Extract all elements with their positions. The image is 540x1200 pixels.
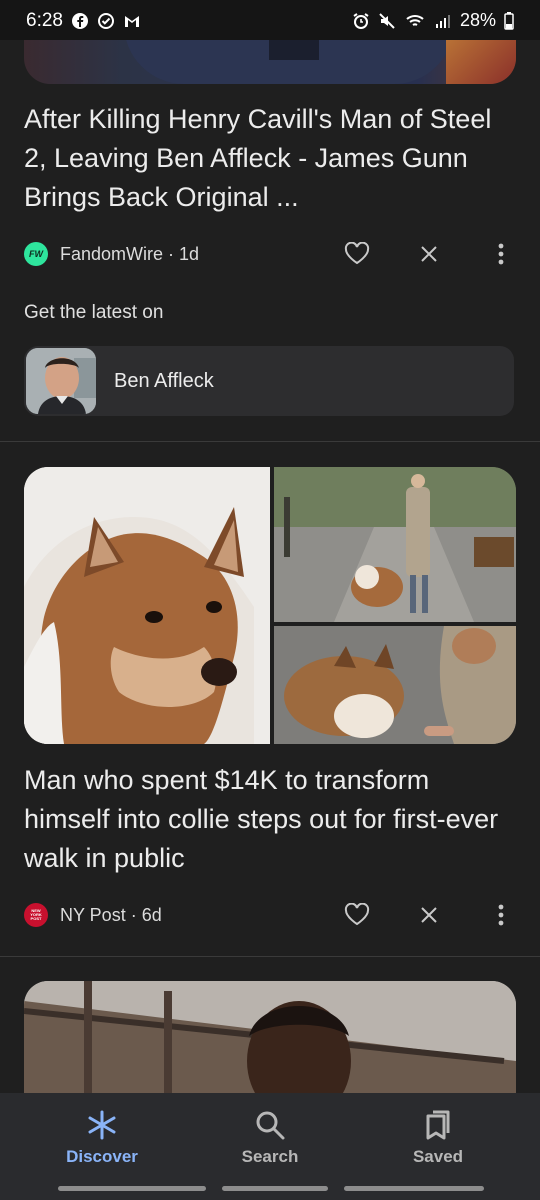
get-latest-label: Get the latest on (24, 302, 164, 323)
search-icon (256, 1111, 285, 1140)
bookmarks-icon (426, 1110, 450, 1140)
battery-percent: 28% (459, 10, 496, 30)
nav-search[interactable]: Search (180, 1093, 360, 1173)
heart-icon (344, 242, 370, 265)
topic-thumbnail (26, 348, 96, 414)
nav-saved[interactable]: Saved (348, 1093, 528, 1173)
article-headline[interactable]: After Killing Henry Cavill's Man of Stee… (24, 100, 520, 217)
feed-divider (0, 441, 540, 442)
like-button[interactable] (342, 900, 372, 930)
feed-divider (0, 956, 540, 957)
signal-icon (435, 14, 450, 28)
gmail-icon (124, 16, 139, 27)
bottom-navigation: Discover Search Saved (0, 1093, 540, 1200)
asterisk-icon (88, 1110, 116, 1140)
article-headline[interactable]: Man who spent $14K to transform himself … (24, 761, 520, 878)
more-vert-icon (498, 243, 504, 265)
dismiss-button[interactable] (414, 239, 444, 269)
nav-gesture-bar (344, 1186, 484, 1191)
nav-gesture-bar (222, 1186, 328, 1191)
article-source-row: FW FandomWire · 1d (24, 239, 516, 269)
source-name: FandomWire · 1d (60, 243, 200, 264)
more-options-button[interactable] (486, 239, 516, 269)
nypost-logo: NEW YORK POST (24, 903, 48, 927)
dismiss-button[interactable] (414, 900, 444, 930)
nav-gesture-bar (58, 1186, 206, 1191)
article-image-main (24, 467, 270, 744)
more-vert-icon (498, 904, 504, 926)
status-time: 6:28 (26, 10, 63, 31)
close-icon (421, 246, 437, 262)
nav-label: Discover (66, 1147, 138, 1166)
article-image-street (274, 467, 516, 622)
check-circle-icon (97, 13, 114, 29)
wifi-icon (406, 14, 424, 26)
more-options-button[interactable] (486, 900, 516, 930)
nav-label: Search (241, 1147, 299, 1166)
close-icon (421, 907, 437, 923)
heart-icon (344, 903, 370, 926)
status-bar: 6:28 28% (0, 0, 540, 40)
like-button[interactable] (342, 239, 372, 269)
nav-label: Saved (412, 1147, 464, 1166)
battery-icon (504, 11, 514, 30)
topic-label: Ben Affleck (114, 370, 214, 392)
alarm-icon (353, 12, 369, 29)
article-image-collage[interactable] (24, 467, 516, 744)
facebook-icon (71, 13, 88, 29)
nav-discover[interactable]: Discover (12, 1093, 192, 1173)
article-image-petting (274, 626, 516, 744)
source-name: NY Post · 6d (60, 904, 162, 925)
fandomwire-logo: FW (24, 242, 48, 266)
mute-icon (379, 12, 395, 29)
topic-chip-ben-affleck[interactable]: Ben Affleck (24, 346, 514, 416)
article-source-row: NEW YORK POST NY Post · 6d (24, 900, 516, 930)
